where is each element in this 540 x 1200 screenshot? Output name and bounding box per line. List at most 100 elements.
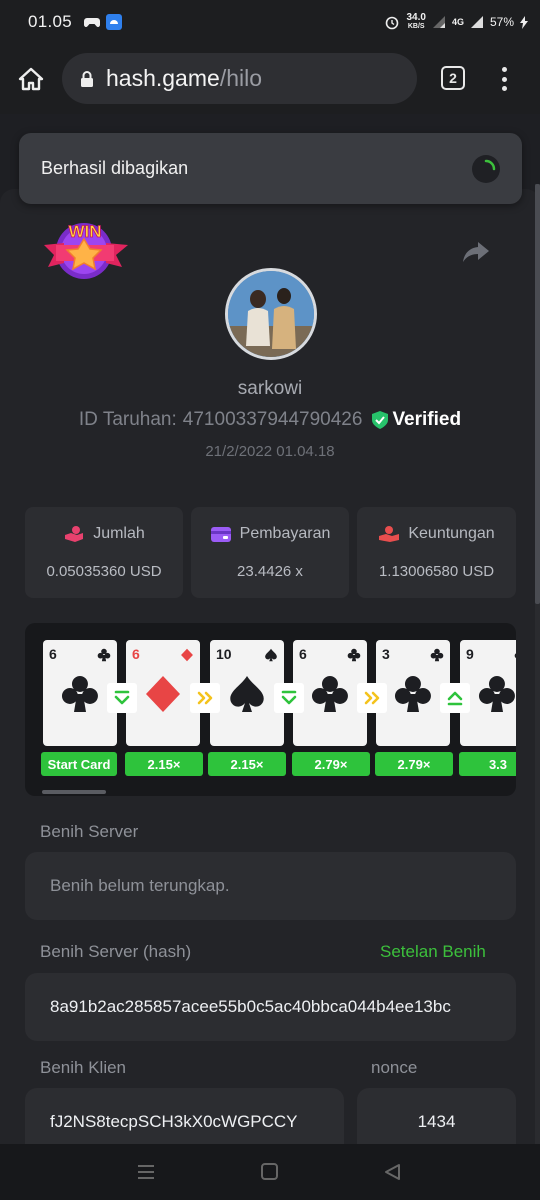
nonce-field[interactable]: 1434	[357, 1088, 516, 1144]
share-button[interactable]	[462, 240, 490, 264]
page-scrollbar[interactable]	[535, 184, 540, 1144]
tab-switcher-button[interactable]: 2	[441, 66, 465, 90]
cards-history[interactable]: 6 Start Card 6 2.15× 10 2.15× 6 2.79× 3 2.79× 9 3.3	[25, 623, 516, 796]
seed-settings-link[interactable]: Setelan Benih	[380, 942, 486, 962]
home-nav-button[interactable]	[260, 1163, 280, 1186]
loading-spinner-icon	[472, 155, 500, 183]
higher-arrow-icon	[440, 683, 470, 713]
network-type: 4G	[451, 17, 464, 27]
share-icon	[463, 242, 489, 262]
stat-profit-value: 1.13006580 USD	[378, 563, 495, 580]
stat-amount: Jumlah 0.05035360 USD	[25, 507, 183, 598]
stat-payout-value: 23.4426 x	[237, 563, 303, 580]
network-speed: 34.0 KB/S	[406, 12, 426, 31]
browser-toolbar: hash.game/hilo 2	[0, 44, 540, 114]
stat-payout: Pembayaran 23.4426 x	[191, 507, 349, 598]
clubs-small-icon	[97, 648, 111, 662]
server-hash-field[interactable]: 8a91b2ac285857acee55b0c5ac40bbca044b4ee1…	[25, 973, 516, 1041]
home-nav-icon	[261, 1163, 278, 1180]
avatar-photo	[228, 271, 314, 357]
card-4: 6	[293, 640, 367, 746]
clubs-icon	[61, 676, 98, 712]
client-seed-label: Benih Klien	[40, 1058, 127, 1077]
bet-date: 21/2/2022 01.04.18	[205, 443, 335, 460]
game-controller-icon	[84, 18, 101, 27]
username: sarkowi	[237, 378, 303, 399]
skip-arrow-icon	[357, 683, 387, 713]
money-hand-icon	[65, 526, 84, 542]
shield-check-icon	[372, 411, 389, 429]
profit-hand-icon	[379, 526, 400, 542]
back-nav-button[interactable]	[383, 1163, 403, 1186]
spades-small-icon	[265, 648, 277, 662]
card-rank: 6	[132, 646, 140, 662]
home-icon	[18, 67, 44, 91]
back-nav-icon	[385, 1164, 400, 1180]
url-host: hash.game	[106, 65, 220, 91]
card-multiplier: Start Card	[41, 752, 117, 776]
card-rank: 6	[299, 646, 307, 662]
browser-menu-button[interactable]	[495, 64, 513, 94]
status-time: 01.05	[28, 12, 73, 31]
stat-amount-value: 0.05035360 USD	[46, 563, 162, 580]
lower-arrow-icon	[274, 683, 304, 713]
stat-profit: Keuntungan 1.13006580 USD	[357, 507, 516, 598]
cards-scrollbar[interactable]	[42, 790, 106, 794]
card-rank: 6	[49, 646, 57, 662]
server-seed-label: Benih Server	[40, 822, 139, 841]
card-2: 6	[126, 640, 200, 746]
win-badge: WIN	[42, 215, 130, 285]
card-1: 6	[43, 640, 117, 746]
win-text: WIN	[68, 222, 101, 241]
diamonds-icon	[146, 676, 180, 712]
clubs-icon	[394, 676, 431, 712]
bet-id-row: ID Taruhan: 47100337944790426 Verified	[0, 409, 540, 431]
clubs-icon	[478, 676, 515, 712]
signal-icon-2	[470, 16, 483, 28]
toast-message: Berhasil dibagikan	[41, 158, 189, 178]
card-multiplier: 3.3	[459, 752, 516, 776]
recent-apps-button[interactable]	[136, 1163, 156, 1186]
recent-apps-icon	[138, 1165, 154, 1179]
lower-arrow-icon	[107, 683, 137, 713]
verified-badge: Verified	[372, 409, 461, 431]
card-5: 3	[376, 640, 450, 746]
clubs-small-icon	[514, 653, 516, 658]
card-3: 10	[210, 640, 284, 746]
card-rank: 10	[216, 646, 232, 662]
lock-icon	[81, 70, 93, 87]
toast-notification: Berhasil dibagikan	[19, 133, 522, 204]
clubs-small-icon	[347, 648, 361, 662]
bet-id-label: ID Taruhan:	[78, 409, 177, 430]
card-rank: 3	[382, 646, 390, 662]
clubs-icon	[311, 676, 348, 712]
spades-icon	[230, 676, 264, 712]
server-hash-label: Benih Server (hash)	[40, 942, 192, 961]
page-content: Berhasil dibagikan WIN sarkowi ID Taruha…	[0, 114, 540, 1144]
wallet-icon	[210, 527, 231, 542]
avatar	[225, 268, 317, 360]
address-bar[interactable]: hash.game/hilo	[62, 53, 417, 104]
bet-id-value: 47100337944790426	[182, 409, 363, 430]
card-multiplier: 2.79×	[375, 752, 453, 776]
win-star-icon: WIN	[44, 222, 128, 279]
battery-level: 57%	[489, 15, 514, 29]
battery-charging-icon	[520, 15, 528, 29]
status-bar: 01.05 34.0 KB/S 4G 57%	[0, 0, 540, 44]
nonce-label: nonce	[371, 1058, 418, 1077]
card-multiplier: 2.79×	[292, 752, 370, 776]
signal-icon	[432, 16, 445, 28]
card-rank: 9	[466, 646, 474, 662]
alarm-icon	[386, 16, 399, 30]
android-app-icon	[106, 14, 123, 30]
home-button[interactable]	[0, 44, 62, 114]
diamonds-small-icon	[181, 648, 193, 662]
clubs-small-icon	[430, 648, 444, 662]
system-nav-bar	[0, 1144, 540, 1200]
skip-arrow-icon	[190, 683, 220, 713]
client-seed-field[interactable]: fJ2NS8tecpSCH3kX0cWGPCCY	[25, 1088, 344, 1144]
card-multiplier: 2.15×	[208, 752, 286, 776]
card-multiplier: 2.15×	[125, 752, 203, 776]
server-seed-field[interactable]: Benih belum terungkap.	[25, 852, 516, 920]
url-path: /hilo	[219, 65, 263, 91]
